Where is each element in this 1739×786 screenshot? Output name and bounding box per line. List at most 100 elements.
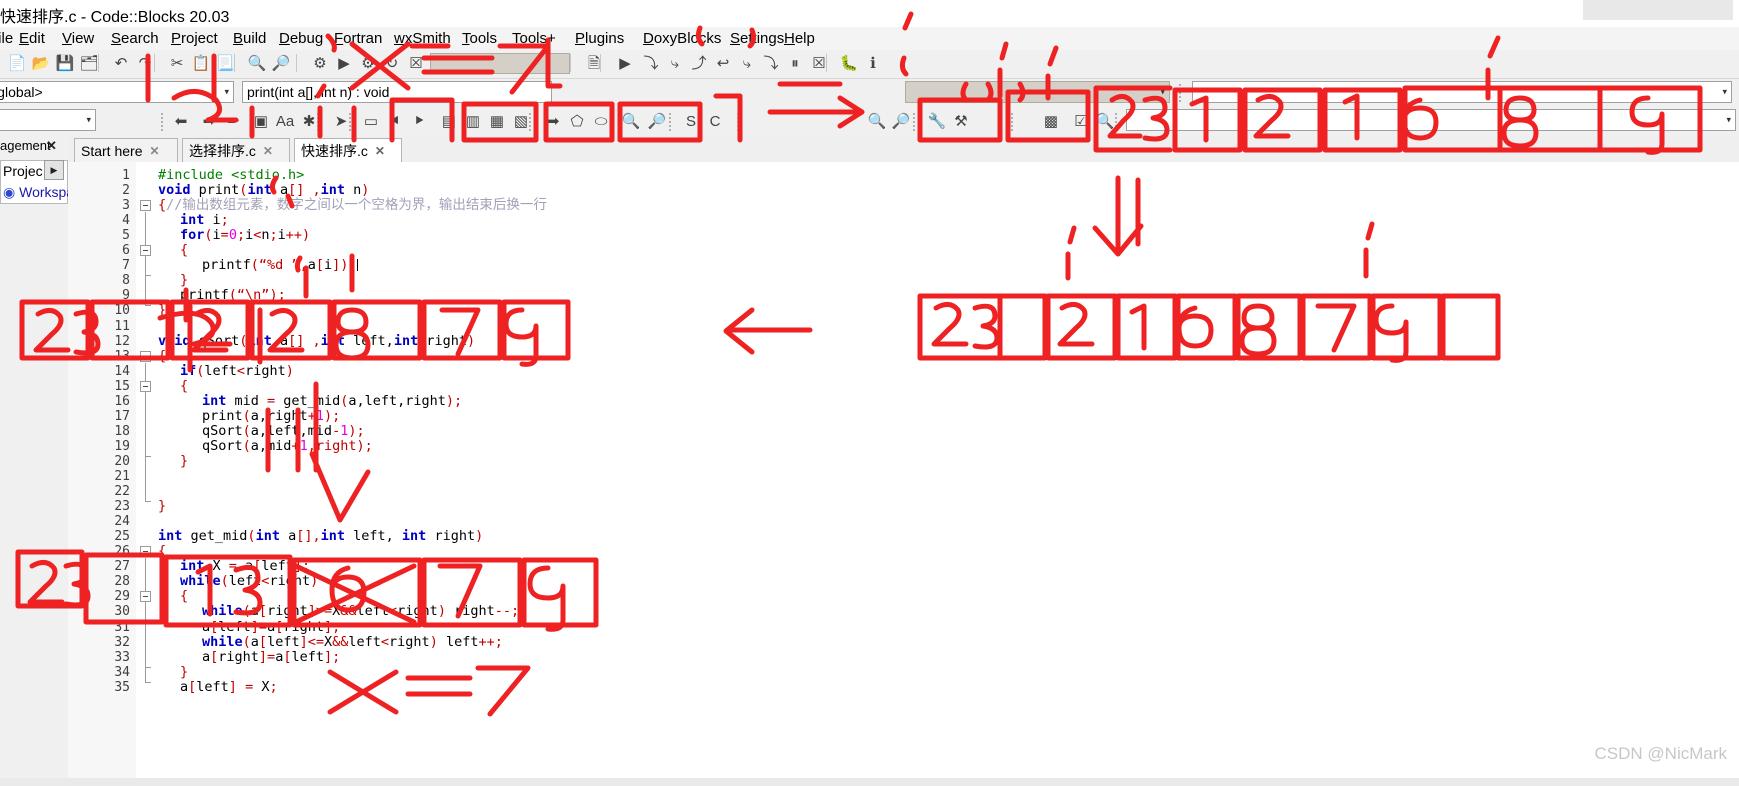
build-and-run-icon[interactable]: ⚙ <box>357 52 379 74</box>
new-file-icon[interactable]: 📄 <box>6 52 28 74</box>
debug-step-over-icon[interactable]: ⤷ <box>664 52 686 74</box>
code-line[interactable]: } <box>158 664 188 680</box>
function-combo[interactable]: print(int a[], int n) : void <box>242 81 552 103</box>
menu-item-wxsmith[interactable]: wxSmith <box>391 29 454 48</box>
tools-icon[interactable]: 🔧 <box>926 110 948 132</box>
fold-toggle-icon[interactable] <box>140 546 151 558</box>
code-line[interactable]: { <box>158 544 166 559</box>
split-h-icon[interactable]: ⯈ <box>408 110 430 132</box>
code-line[interactable]: a[left]=a[right]; <box>158 619 340 635</box>
menu-item-edit[interactable]: Edit <box>16 29 48 48</box>
toolbar-grip[interactable] <box>348 112 352 131</box>
wxsmith-edit-icon[interactable]: ✏ <box>222 110 244 132</box>
menu-item-tools[interactable]: Tools <box>459 29 500 48</box>
arrow-box-icon[interactable]: ➡ <box>542 110 564 132</box>
close-icon[interactable]: ✕ <box>46 138 57 154</box>
copy-icon[interactable]: 📋 <box>190 52 212 74</box>
fold-toggle-icon[interactable] <box>140 245 151 257</box>
debug-info-icon[interactable]: ℹ <box>862 52 884 74</box>
code-line[interactable]: } <box>158 303 166 318</box>
code-line[interactable]: qSort(a,mid+1,right); <box>158 438 373 454</box>
code-line[interactable]: a[right]=a[left]; <box>158 649 340 665</box>
window-controls[interactable] <box>1583 0 1733 20</box>
code-line[interactable]: while(left<right) <box>158 574 318 589</box>
code-text-area[interactable]: #include <stdio.h> void print(int a[] ,in… <box>158 162 1739 786</box>
editor-tab[interactable]: Start here ✕ <box>74 138 178 162</box>
fold-toggle-icon[interactable] <box>140 591 151 603</box>
code-line[interactable]: int X = a[left]; <box>158 559 310 574</box>
code-line[interactable]: qSort(a,left,mid-1); <box>158 423 365 439</box>
debug-next-line-icon[interactable]: ↩ <box>712 52 734 74</box>
replace-icon[interactable]: 🔎 <box>270 52 292 74</box>
split-v-icon[interactable]: ⯇ <box>384 110 406 132</box>
panel-icon[interactable]: ▭ <box>360 110 382 132</box>
menu-item-help[interactable]: Help <box>781 29 818 48</box>
toolbar-grip[interactable] <box>160 112 164 131</box>
toolbar-grip[interactable] <box>1114 112 1118 131</box>
nav-forward-icon[interactable]: ➡ <box>198 110 220 132</box>
wxsmith-widget-icon[interactable]: ▣ <box>250 110 272 132</box>
secondary-search-combo[interactable]: ▾ <box>1126 109 1736 131</box>
toolbar-grip[interactable] <box>1010 112 1014 131</box>
editor-tab[interactable]: 选择排序.c ✕ <box>182 138 290 162</box>
code-line[interactable]: { <box>158 589 188 604</box>
nav-back-icon[interactable]: ⬅ <box>170 110 192 132</box>
zoom-in-icon[interactable]: 🔍 <box>620 110 642 132</box>
layout-right-icon[interactable]: ▥ <box>462 110 484 132</box>
code-line[interactable]: int mid = get_mid(a,left,right); <box>158 393 462 409</box>
fold-toggle-icon[interactable] <box>140 350 151 362</box>
code-line[interactable]: printf(“\n”); <box>158 288 286 303</box>
build-icon[interactable]: ⚙ <box>309 52 331 74</box>
code-line[interactable]: void qSort(int a[] ,int left,int right) <box>158 333 475 349</box>
cut-icon[interactable]: ✂ <box>166 52 188 74</box>
code-line[interactable]: while(a[left]<=X&&left<right) left++; <box>158 634 503 650</box>
code-line[interactable]: {//输出数组元素，数字之间以一个空格为界，输出结束后换一行 <box>158 198 547 213</box>
layout-left-icon[interactable]: ▤ <box>438 110 460 132</box>
run-icon[interactable]: ▶ <box>333 52 355 74</box>
font-s-icon[interactable]: S <box>680 110 702 132</box>
menu-item-search[interactable]: Search <box>108 29 162 48</box>
class-browser-icon[interactable]: ▩ <box>1040 110 1062 132</box>
code-line[interactable]: { <box>158 243 188 258</box>
find-icon[interactable]: 🔍 <box>246 52 268 74</box>
debug-step-instruction-icon[interactable]: ⤷ <box>736 52 758 74</box>
debug-next-instruction-icon[interactable]: ⤵ <box>760 52 782 74</box>
menu-item-fortran[interactable]: Fortran <box>331 29 385 48</box>
debug-options-icon[interactable]: 🗎 <box>583 52 605 74</box>
toolbar-grip[interactable] <box>912 112 916 131</box>
zoom-out-icon[interactable]: 🔎 <box>646 110 668 132</box>
font-c-icon[interactable]: C <box>704 110 726 132</box>
undo-icon[interactable]: ↶ <box>110 52 132 74</box>
code-line[interactable]: a[left] = X; <box>158 679 278 695</box>
rebuild-icon[interactable]: ↻ <box>381 52 403 74</box>
fold-toggle-icon[interactable] <box>140 200 151 212</box>
code-line[interactable]: int get_mid(int a[],int left, int right) <box>158 529 483 544</box>
fold-margin[interactable] <box>136 162 158 786</box>
code-line[interactable]: } <box>158 499 166 514</box>
code-line[interactable]: if(left<right) <box>158 363 294 379</box>
code-editor[interactable]: 1 2 3 4 5 6 7 8 9 10 11 12 13 14 15 16 17 18 19 20 21 22 23 24 2… <box>68 162 1739 786</box>
code-line[interactable]: { <box>158 378 188 394</box>
magnify-icon[interactable]: 🔍 <box>1094 110 1116 132</box>
symbol-combo[interactable]: ▾ <box>0 109 96 131</box>
code-line[interactable]: while(a[right]>=X&&left<right) right--; <box>158 604 519 619</box>
toolbar-grip[interactable] <box>736 112 740 131</box>
menu-item-project[interactable]: Project <box>168 29 221 48</box>
code-line[interactable]: for(i=0;i<n;i++) <box>158 228 310 243</box>
code-line[interactable]: #include <stdio.h> <box>158 168 304 183</box>
fold-toggle-icon[interactable] <box>140 380 151 392</box>
menu-item-tools-[interactable]: Tools+ <box>509 29 559 48</box>
layout-top-icon[interactable]: ▦ <box>486 110 508 132</box>
todo-icon[interactable]: ☑ <box>1070 110 1092 132</box>
debug-step-out-icon[interactable]: ⤴ <box>688 52 710 74</box>
editor-tab[interactable]: 快速排序.c ✕ <box>294 138 402 162</box>
toolbar-grip[interactable] <box>316 112 320 131</box>
close-icon[interactable]: ✕ <box>263 144 273 158</box>
tools2-icon[interactable]: ⚒ <box>950 110 972 132</box>
build-target-combo[interactable] <box>430 53 570 74</box>
code-line[interactable]: void print(int a[] ,int n) <box>158 183 369 198</box>
toolbar-grip[interactable] <box>528 112 532 131</box>
menu-item-doxyblocks[interactable]: DoxyBlocks <box>640 29 724 48</box>
panel-scroll-right-button[interactable]: ▶ <box>44 160 64 180</box>
code-line[interactable]: } <box>158 453 188 469</box>
